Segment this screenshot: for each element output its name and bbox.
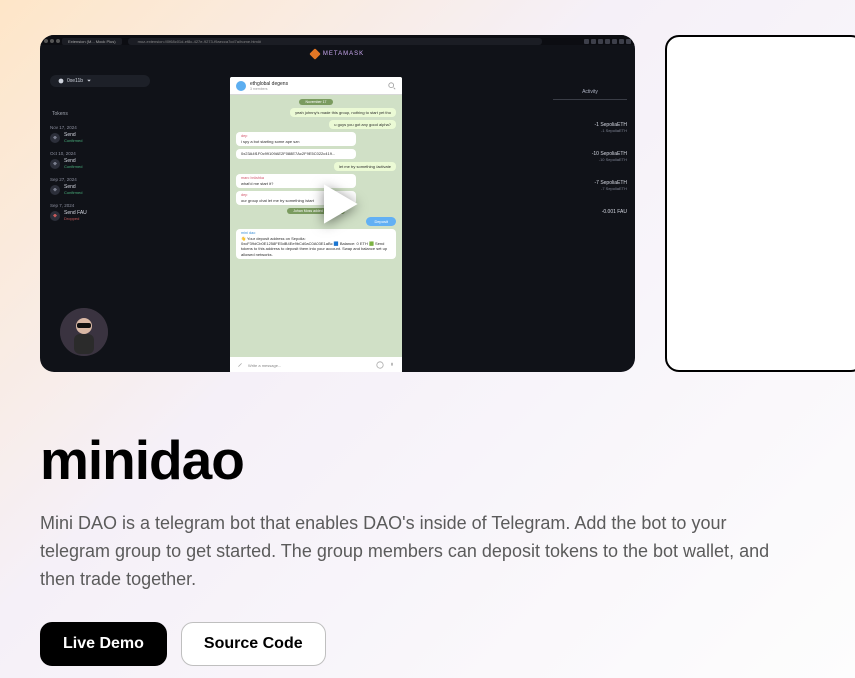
transaction-list: Nov 17, 2024 Send Confirmed Oct 10, 2024	[50, 125, 150, 221]
browser-tab: Extension (M... Mock Plus)	[62, 38, 122, 45]
activity-tab[interactable]: Activity	[553, 89, 627, 100]
send-icon	[50, 159, 60, 169]
bot-message: mini dao 👋 Your deposit address on Sepol…	[236, 229, 396, 259]
source-code-button[interactable]: Source Code	[181, 622, 326, 666]
message-bubble: let me try something /activate	[334, 162, 396, 171]
group-members: 3 members	[250, 87, 288, 91]
deposit-button[interactable]: Deposit	[366, 217, 396, 226]
next-carousel-card[interactable]	[665, 35, 855, 372]
attach-icon[interactable]	[236, 361, 244, 369]
account-dropdown[interactable]: 0xe11b	[50, 75, 150, 87]
send-icon	[50, 211, 60, 221]
mic-icon[interactable]	[388, 361, 396, 369]
presenter-avatar	[60, 308, 108, 356]
telegram-header[interactable]: ethglobal degens 3 members	[230, 77, 402, 95]
amount-item: -0.001 FAU	[602, 209, 627, 215]
demo-video-card[interactable]: Extension (M... Mock Plus) moz-extension…	[40, 35, 635, 372]
transaction-item[interactable]: Nov 17, 2024 Send Confirmed	[50, 125, 150, 143]
message-bubble: dep i spy a bot starting some ape szn	[236, 132, 356, 146]
search-icon[interactable]	[388, 82, 396, 90]
project-description: Mini DAO is a telegram bot that enables …	[40, 510, 800, 594]
group-avatar-icon	[236, 81, 246, 91]
group-name: ethglobal degens	[250, 81, 288, 87]
message-bubble: yeah johnny's made this group, nothing t…	[290, 108, 396, 117]
send-icon	[50, 185, 60, 195]
tokens-label: Tokens	[52, 111, 150, 117]
date-chip: November 17	[299, 99, 332, 105]
message-bubble: u guys you got any good alpha?	[329, 120, 396, 129]
fox-icon	[309, 48, 320, 59]
metamask-right-col: Activity -1 SepoliaETH-1 SepoliaETH -10 …	[553, 63, 635, 372]
live-demo-button[interactable]: Live Demo	[40, 622, 167, 666]
amount-item: -7 SepoliaETH-7 SepoliaETH	[594, 180, 627, 191]
emoji-icon[interactable]	[376, 361, 384, 369]
send-icon	[50, 133, 60, 143]
input-placeholder: Write a message...	[248, 363, 281, 368]
browser-ext-icons	[584, 39, 631, 44]
browser-address: moz-extension://0f68c01d-ef8c-427e-9273-…	[128, 38, 542, 45]
transaction-item[interactable]: Oct 10, 2024 Send Confirmed	[50, 151, 150, 169]
project-title: minidao	[40, 428, 815, 492]
transaction-item[interactable]: Sep 27, 2024 Send Confirmed	[50, 177, 150, 195]
metamask-brand: METAMASK	[40, 45, 635, 63]
amount-item: -10 SepoliaETH-10 SepoliaETH	[592, 151, 627, 162]
browser-tab-bar: Extension (M... Mock Plus) moz-extension…	[40, 35, 635, 45]
message-bubble: 0x23A4f1F0c99109AE2F088E7Ac2F9E5C022c419…	[236, 149, 356, 158]
play-icon[interactable]	[310, 176, 366, 232]
telegram-input[interactable]: Write a message...	[230, 357, 402, 372]
transaction-item[interactable]: Sep 7, 2024 Send FAU Dropped	[50, 203, 150, 221]
project-content: minidao Mini DAO is a telegram bot that …	[0, 372, 855, 666]
amount-item: -1 SepoliaETH-1 SepoliaETH	[594, 122, 627, 133]
chevron-down-icon	[86, 78, 92, 84]
